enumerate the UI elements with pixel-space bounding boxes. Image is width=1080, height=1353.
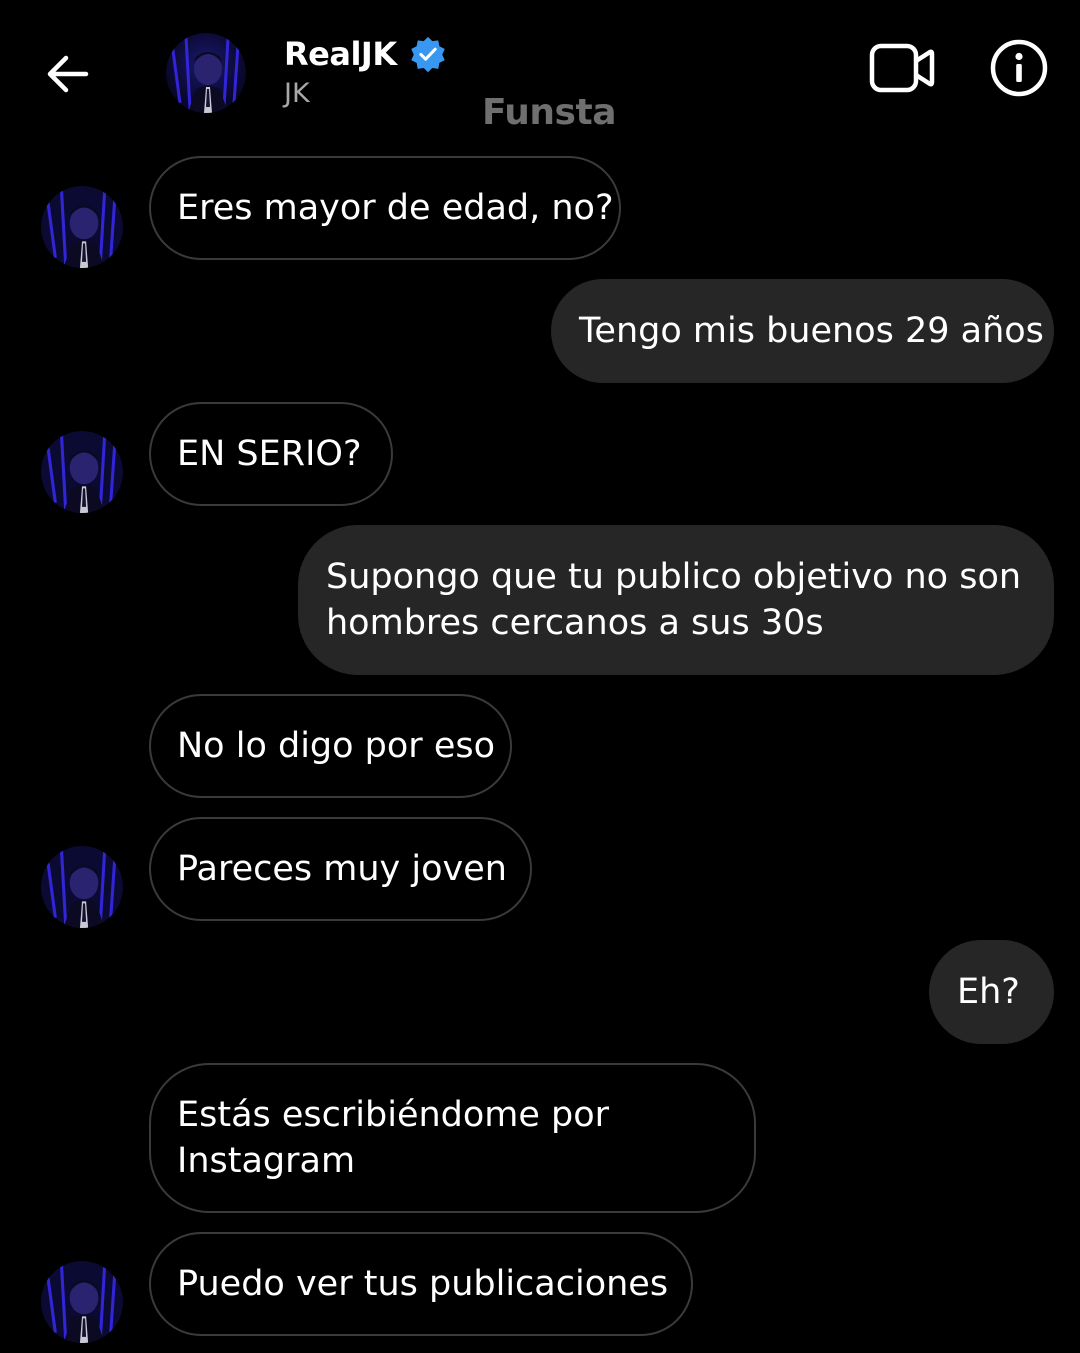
message-bubble-incoming[interactable]: Estás escribiéndome por Instagram bbox=[149, 1063, 756, 1213]
message-text: Eres mayor de edad, no? bbox=[177, 188, 614, 228]
avatar-photo bbox=[41, 186, 123, 268]
sender-avatar[interactable] bbox=[41, 186, 123, 268]
sender-avatar[interactable] bbox=[41, 1261, 123, 1343]
message-text: Puedo ver tus publicaciones bbox=[177, 1264, 669, 1304]
message-bubble-incoming[interactable]: Pareces muy joven bbox=[149, 817, 532, 921]
avatar-photo bbox=[166, 33, 246, 113]
chat-header: RealJK JK Funsta bbox=[0, 0, 1080, 150]
message-bubble-incoming[interactable]: Eres mayor de edad, no? bbox=[149, 156, 621, 260]
watermark-text: Funsta bbox=[482, 92, 617, 133]
message-bubble-outgoing[interactable]: Eh? bbox=[929, 940, 1054, 1044]
message-text: No lo digo por eso bbox=[177, 726, 496, 766]
message-text: Tengo mis buenos 29 años bbox=[579, 311, 1044, 351]
video-call-button[interactable] bbox=[866, 38, 938, 98]
avatar-photo bbox=[41, 846, 123, 928]
contact-avatar[interactable] bbox=[166, 33, 246, 113]
avatar-photo bbox=[41, 431, 123, 513]
sender-avatar[interactable] bbox=[41, 846, 123, 928]
video-camera-icon bbox=[869, 43, 935, 93]
message-bubble-outgoing[interactable]: Supongo que tu publico objetivo no son h… bbox=[298, 525, 1054, 675]
info-circle-icon bbox=[990, 39, 1048, 97]
message-text: Estás escribiéndome por Instagram bbox=[177, 1095, 610, 1181]
message-bubble-incoming[interactable]: EN SERIO? bbox=[149, 402, 393, 506]
sender-avatar[interactable] bbox=[41, 431, 123, 513]
message-text: EN SERIO? bbox=[177, 434, 362, 474]
arrow-left-icon bbox=[47, 55, 89, 93]
message-text: Eh? bbox=[957, 972, 1020, 1012]
message-bubble-outgoing[interactable]: Tengo mis buenos 29 años bbox=[551, 279, 1054, 383]
message-bubble-incoming[interactable]: No lo digo por eso bbox=[149, 694, 512, 798]
avatar-photo bbox=[41, 1261, 123, 1343]
contact-name-row[interactable]: RealJK bbox=[284, 32, 447, 76]
info-button[interactable] bbox=[988, 37, 1050, 99]
contact-username: JK bbox=[284, 78, 310, 109]
contact-name: RealJK bbox=[284, 35, 397, 73]
message-text: Supongo que tu publico objetivo no son h… bbox=[326, 557, 1022, 643]
message-text: Pareces muy joven bbox=[177, 849, 507, 889]
verified-badge-icon bbox=[410, 36, 445, 73]
back-button[interactable] bbox=[38, 46, 94, 102]
message-bubble-incoming[interactable]: Puedo ver tus publicaciones bbox=[149, 1232, 693, 1336]
